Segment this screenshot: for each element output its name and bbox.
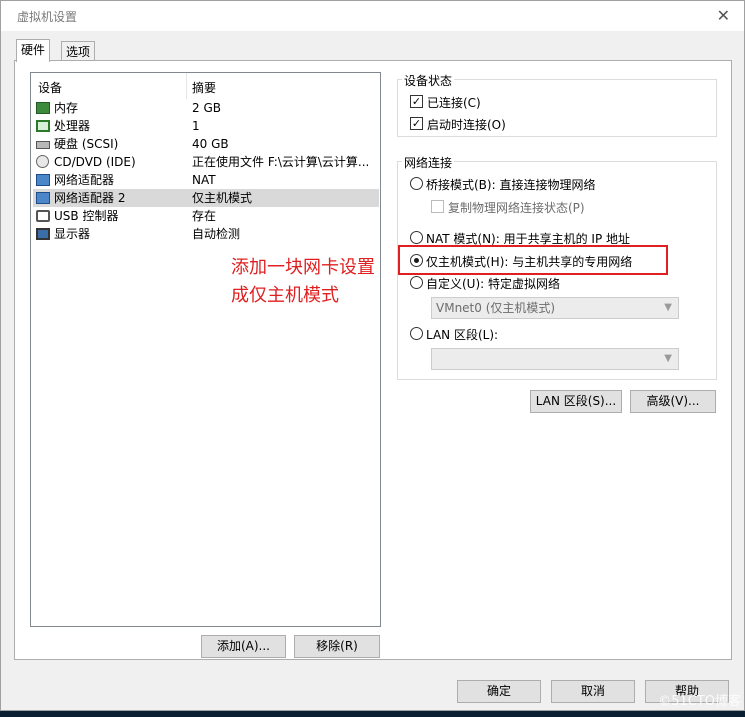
custom-radio[interactable] <box>410 276 423 289</box>
device-row-display[interactable]: 显示器 自动检测 <box>33 225 379 243</box>
device-name: 硬盘 (SCSI) <box>54 137 119 151</box>
device-summary: 1 <box>192 119 200 133</box>
display-icon <box>36 228 50 240</box>
device-name: USB 控制器 <box>54 209 119 223</box>
device-name: 内存 <box>54 101 79 115</box>
add-button[interactable]: 添加(A)... <box>201 635 286 658</box>
device-list[interactable]: 设备 摘要 内存 2 GB 处理器 1 硬盘 (SCSI) 40 GB CD/D… <box>30 72 381 627</box>
vm-settings-window: 虚拟机设置 ✕ 硬件 选项 设备 摘要 内存 2 GB 处理器 1 硬盘 (SC… <box>0 0 745 711</box>
device-row-memory[interactable]: 内存 2 GB <box>33 99 379 117</box>
lan-segment-label[interactable]: LAN 区段(L): <box>426 326 498 343</box>
device-summary: 2 GB <box>192 101 221 115</box>
remove-button[interactable]: 移除(R) <box>294 635 380 658</box>
device-row-usb-controller[interactable]: USB 控制器 存在 <box>33 207 379 225</box>
device-summary: 自动检测 <box>192 227 241 241</box>
window-title: 虚拟机设置 <box>17 10 78 24</box>
device-row-network-adapter[interactable]: 网络适配器 NAT <box>33 171 379 189</box>
custom-network-value: VMnet0 (仅主机模式) <box>436 301 556 315</box>
connected-checkbox[interactable]: ✓ <box>410 95 423 108</box>
memory-icon <box>36 102 50 114</box>
hard-disk-icon <box>36 141 50 149</box>
device-summary: 正在使用文件 F:\云计算\云计算... <box>192 155 370 169</box>
replicate-state-checkbox[interactable] <box>431 200 444 213</box>
device-name: CD/DVD (IDE) <box>54 155 136 169</box>
advanced-button[interactable]: 高级(V)... <box>630 390 716 413</box>
column-header-device[interactable]: 设备 <box>38 79 62 96</box>
device-summary: 存在 <box>192 209 217 223</box>
device-row-hard-disk[interactable]: 硬盘 (SCSI) 40 GB <box>33 135 379 153</box>
column-header-summary[interactable]: 摘要 <box>192 79 216 96</box>
device-row-processor[interactable]: 处理器 1 <box>33 117 379 135</box>
network-connection-title: 网络连接 <box>402 154 455 171</box>
device-name: 处理器 <box>54 119 91 133</box>
cd-dvd-icon <box>36 155 49 168</box>
network-adapter-icon <box>36 174 50 186</box>
ok-button[interactable]: 确定 <box>457 680 541 703</box>
device-row-cd-dvd[interactable]: CD/DVD (IDE) 正在使用文件 F:\云计算\云计算... <box>33 153 379 171</box>
device-status-title: 设备状态 <box>402 72 455 89</box>
annotation-highlight-box <box>398 245 668 275</box>
lan-segments-button[interactable]: LAN 区段(S)... <box>530 390 622 413</box>
tab-hardware[interactable]: 硬件 <box>16 39 51 62</box>
annotation-line-2: 成仅主机模式 <box>231 285 339 306</box>
annotation-text: 添加一块网卡设置 成仅主机模式 <box>231 254 375 310</box>
column-separator <box>186 73 187 99</box>
replicate-state-label[interactable]: 复制物理网络连接状态(P) <box>448 199 585 216</box>
custom-label[interactable]: 自定义(U): 特定虚拟网络 <box>426 275 560 292</box>
connect-at-power-on-checkbox[interactable]: ✓ <box>410 117 423 130</box>
chevron-down-icon: ▼ <box>664 353 672 364</box>
device-summary: 仅主机模式 <box>192 191 253 205</box>
lan-segment-select[interactable]: ▼ <box>431 348 679 370</box>
device-row-network-adapter-2[interactable]: 网络适配器 2 仅主机模式 <box>33 189 379 207</box>
chevron-down-icon: ▼ <box>664 302 672 313</box>
cancel-button[interactable]: 取消 <box>551 680 635 703</box>
annotation-line-1: 添加一块网卡设置 <box>231 257 375 278</box>
device-summary: 40 GB <box>192 137 229 151</box>
close-icon[interactable]: ✕ <box>717 6 730 25</box>
nat-radio[interactable] <box>410 231 423 244</box>
usb-icon <box>36 210 50 222</box>
device-summary: NAT <box>192 173 216 187</box>
bridged-radio[interactable] <box>410 177 423 190</box>
device-name: 网络适配器 2 <box>54 191 126 205</box>
tab-options[interactable]: 选项 <box>61 41 96 62</box>
connected-label[interactable]: 已连接(C) <box>427 94 481 111</box>
title-bar: 虚拟机设置 ✕ <box>1 1 744 31</box>
connect-at-power-on-label[interactable]: 启动时连接(O) <box>427 116 506 133</box>
bridged-label[interactable]: 桥接模式(B): 直接连接物理网络 <box>426 176 595 193</box>
network-adapter-icon <box>36 192 50 204</box>
watermark: ©51CTO博客 <box>658 694 741 709</box>
custom-network-select[interactable]: VMnet0 (仅主机模式) ▼ <box>431 297 679 319</box>
device-name: 显示器 <box>54 227 91 241</box>
cpu-icon <box>36 120 50 132</box>
lan-segment-radio[interactable] <box>410 327 423 340</box>
device-name: 网络适配器 <box>54 173 115 187</box>
